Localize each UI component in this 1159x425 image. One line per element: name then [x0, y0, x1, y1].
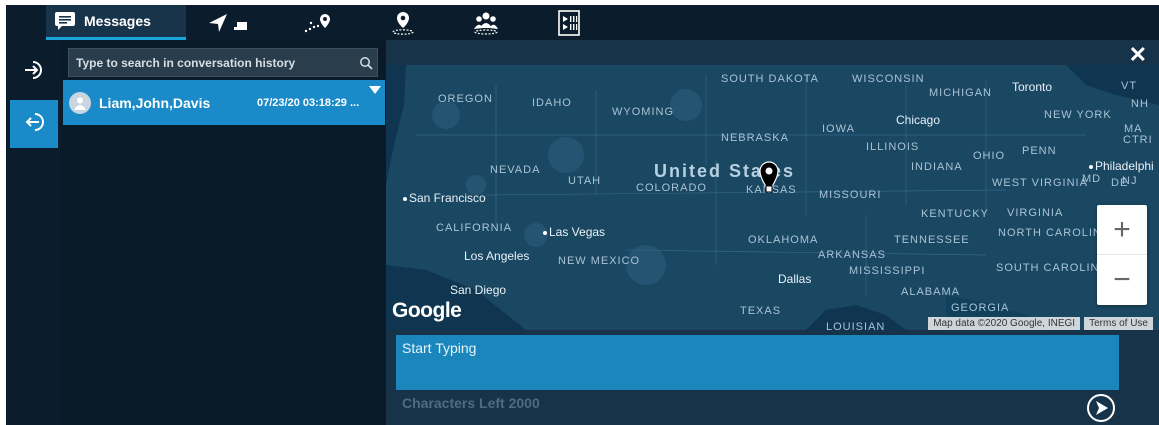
login-button[interactable]: [10, 48, 58, 96]
message-input[interactable]: [396, 335, 1119, 390]
state-label: NEW MEXICO: [558, 255, 641, 267]
state-label: NJ: [1122, 175, 1138, 187]
state-label: OHIO: [973, 150, 1006, 162]
city-label: San Diego: [450, 283, 507, 297]
state-label: NEVADA: [490, 164, 541, 176]
tab-route[interactable]: [288, 5, 348, 40]
state-label: ARKANSAS: [818, 249, 886, 261]
state-label: ILLINOIS: [866, 141, 920, 153]
state-label: OKLAHOMA: [748, 234, 819, 246]
navigation-arrow-icon: [206, 12, 252, 34]
map-data-attribution: Map data ©2020 Google, INEGI: [928, 317, 1081, 330]
state-label: GEORGIA: [951, 302, 1010, 314]
state-label: NEW YORK: [1044, 109, 1112, 121]
message-icon: [54, 11, 76, 31]
conversation-timestamp: 07/23/20 03:18:29 ...: [257, 96, 360, 109]
close-button[interactable]: ✕: [1129, 44, 1147, 66]
tab-navigate[interactable]: [194, 5, 264, 40]
state-label: WISCONSIN: [852, 73, 925, 85]
zoom-out-button[interactable]: −: [1097, 255, 1147, 305]
map-view[interactable]: SOUTH DAKOTA WISCONSIN OREGON IDAHO WYOM…: [386, 65, 1159, 330]
search-icon[interactable]: [355, 56, 377, 70]
tab-media[interactable]: [544, 5, 594, 40]
state-label: VT: [1121, 80, 1138, 92]
left-rail: [6, 40, 62, 425]
characters-left-counter: Characters Left 2000: [402, 395, 540, 411]
conversation-name: Liam,John,Davis: [99, 94, 211, 111]
state-label: IOWA: [822, 123, 855, 135]
messaging-app: Messages Type to search in conversation …: [6, 5, 1159, 425]
tab-group[interactable]: [461, 5, 511, 40]
state-label: NORTH CAROLINA: [998, 227, 1111, 239]
send-icon: [1087, 394, 1115, 422]
login-icon: [23, 59, 45, 86]
city-label: Los Angeles: [464, 249, 530, 263]
logout-button[interactable]: [10, 100, 58, 148]
map-attribution: Map data ©2020 Google, INEGI Terms of Us…: [928, 317, 1153, 330]
google-logo: Google: [392, 299, 462, 322]
state-label: MD: [1082, 173, 1102, 185]
state-label: ALABAMA: [901, 286, 960, 298]
city-label: Chicago: [896, 113, 941, 127]
state-label: IDAHO: [532, 97, 572, 109]
state-label: OREGON: [438, 93, 493, 105]
state-label: CTRI: [1123, 134, 1153, 146]
media-panel-icon: [557, 9, 581, 36]
state-label: MISSOURI: [819, 189, 882, 201]
tab-messages-label: Messages: [84, 13, 151, 29]
state-label: VIRGINIA: [1007, 207, 1064, 219]
city-label: Dallas: [778, 272, 812, 286]
terms-of-use-link[interactable]: Terms of Use: [1084, 317, 1153, 330]
group-location-icon: [472, 11, 500, 35]
state-label: PENN: [1022, 145, 1057, 157]
send-button[interactable]: [1086, 393, 1116, 423]
state-label: UTAH: [568, 175, 602, 187]
state-label: WEST VIRGINIA: [992, 177, 1088, 189]
state-label: TEXAS: [740, 305, 782, 317]
state-label: NEBRASKA: [721, 132, 789, 144]
zoom-controls: + −: [1097, 205, 1147, 305]
city-label: Toronto: [1012, 80, 1053, 94]
top-tab-bar: Messages: [6, 5, 1159, 40]
state-label: SOUTH DAKOTA: [721, 73, 819, 85]
state-label: MISSISSIPPI: [849, 265, 926, 277]
state-label: NH: [1131, 98, 1149, 110]
conversation-list-panel: Liam,John,Davis 07/23/20 03:18:29 ...: [62, 40, 386, 425]
state-label: WYOMING: [612, 106, 674, 118]
state-label: KENTUCKY: [921, 208, 989, 220]
city-label: Philadelphi: [1089, 160, 1154, 173]
city-label: San Francisco: [403, 192, 486, 205]
tab-messages[interactable]: Messages: [46, 5, 186, 40]
tab-location[interactable]: [378, 5, 428, 40]
unread-flag-icon: [369, 86, 381, 94]
state-label: SOUTH CAROLINA: [996, 262, 1108, 274]
conversation-item[interactable]: Liam,John,Davis 07/23/20 03:18:29 ...: [63, 80, 385, 125]
state-label: INDIANA: [911, 161, 963, 173]
user-avatar-icon: [69, 91, 91, 114]
city-label: Las Vegas: [543, 226, 605, 239]
state-label: COLORADO: [636, 182, 707, 194]
location-person-icon: [390, 11, 416, 35]
state-label: MICHIGAN: [929, 87, 992, 99]
route-pin-icon: [303, 12, 333, 34]
state-label: LOUISIAN: [826, 321, 886, 330]
state-label: TENNESSEE: [894, 234, 970, 246]
zoom-in-button[interactable]: +: [1097, 205, 1147, 255]
search-input[interactable]: [69, 55, 355, 70]
conversation-panel: ✕ SOUTH DAKOTA WISCONSIN OREGON IDAHO WY…: [386, 40, 1159, 425]
search-box: [68, 48, 378, 77]
logout-icon: [23, 111, 45, 138]
state-label: CALIFORNIA: [436, 222, 513, 234]
location-pin-icon[interactable]: [758, 161, 780, 198]
